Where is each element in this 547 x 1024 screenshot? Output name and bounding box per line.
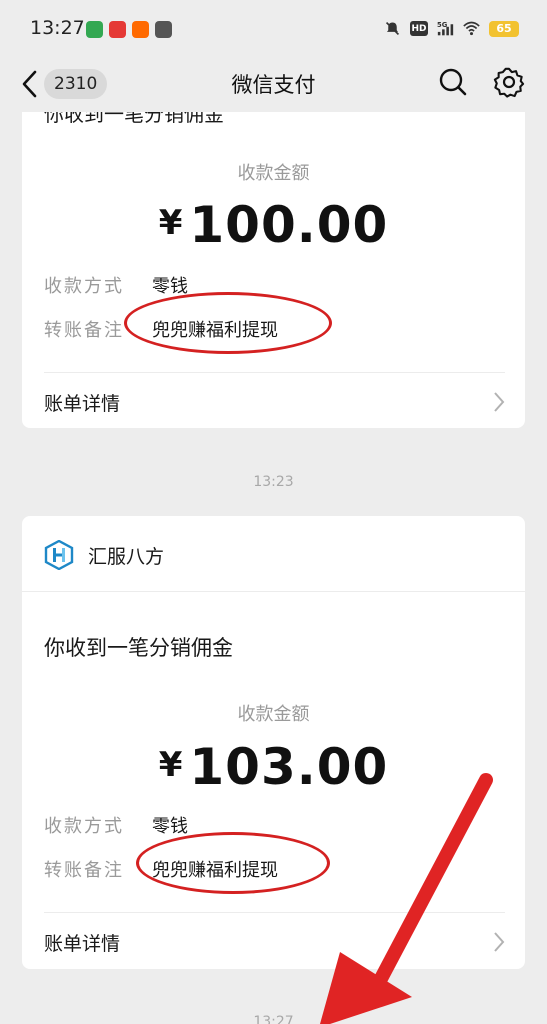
payment-method-value: 零钱 — [152, 816, 188, 837]
mute-bell-icon — [385, 21, 400, 36]
message-timestamp: 13:23 — [253, 474, 294, 490]
amount-number: 100.00 — [189, 196, 389, 254]
payment-message-card[interactable]: 汇服八方 你收到一笔分销佣金 收款金额 ¥103.00 收款方式 零钱 转账备注… — [22, 516, 525, 969]
payment-method-label: 收款方式 — [44, 816, 124, 837]
transfer-note-label: 转账备注 — [44, 860, 124, 881]
payment-message-card[interactable]: 你收到一笔分销佣金 收款金额 ¥100.00 收款方式 零钱 转账备注 兜兜赚福… — [22, 112, 525, 428]
bill-details-label: 账单详情 — [44, 393, 121, 415]
chat-scroll-area[interactable]: 你收到一笔分销佣金 收款金额 ¥100.00 收款方式 零钱 转账备注 兜兜赚福… — [0, 112, 547, 1024]
video-notification-icon — [155, 21, 172, 38]
bill-details-row[interactable]: 账单详情 — [44, 372, 505, 428]
amount-value: ¥100.00 — [22, 196, 525, 254]
amount-number: 103.00 — [189, 738, 389, 796]
wifi-icon — [463, 21, 480, 36]
sender-name: 汇服八方 — [88, 546, 165, 568]
bill-details-row[interactable]: 账单详情 — [44, 912, 505, 969]
status-time: 13:27 — [30, 17, 85, 39]
chevron-right-icon — [494, 932, 505, 952]
message-timestamp: 13:27 — [253, 1014, 294, 1024]
search-icon[interactable] — [437, 66, 469, 98]
signal-icon: 5G — [437, 21, 454, 36]
payment-method-label: 收款方式 — [44, 276, 124, 297]
chevron-right-icon — [494, 392, 505, 412]
bill-details-label: 账单详情 — [44, 933, 121, 955]
red-circle-annotation — [124, 292, 332, 354]
nav-bar: 2310 微信支付 — [0, 56, 547, 112]
transfer-note-label: 转账备注 — [44, 320, 124, 341]
amount-value: ¥103.00 — [22, 738, 525, 796]
message-title: 你收到一笔分销佣金 — [44, 112, 224, 126]
status-indicators: HD 5G 65 — [384, 20, 519, 37]
message-title: 你收到一笔分销佣金 — [44, 636, 233, 660]
taobao-notification-icon — [132, 21, 149, 38]
amount-label: 收款金额 — [237, 704, 310, 725]
battery-indicator: 65 — [489, 20, 519, 37]
svg-text:5G: 5G — [437, 21, 448, 29]
currency-symbol: ¥ — [158, 745, 184, 785]
amount-label: 收款金额 — [237, 163, 310, 184]
gear-icon[interactable] — [493, 66, 525, 98]
hd-icon: HD — [410, 21, 428, 36]
app-notification-icon — [86, 21, 103, 38]
toutiao-notification-icon — [109, 21, 126, 38]
red-circle-annotation — [136, 832, 330, 894]
huifu-logo-icon — [44, 540, 74, 570]
currency-symbol: ¥ — [158, 203, 184, 243]
sender-header[interactable]: 汇服八方 — [22, 516, 525, 592]
status-bar: 13:27 HD 5G 65 — [0, 0, 547, 60]
